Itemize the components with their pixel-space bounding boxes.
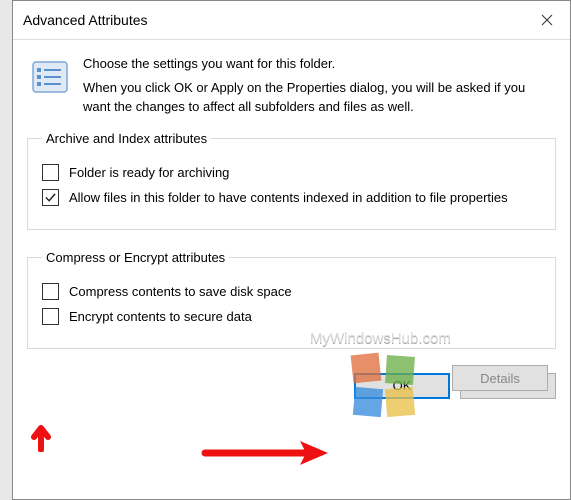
checkbox-row-indexing[interactable]: Allow files in this folder to have conte… bbox=[42, 189, 541, 207]
dialog-title: Advanced Attributes bbox=[23, 12, 148, 28]
checkbox-compress[interactable] bbox=[42, 283, 59, 300]
checkbox-encrypt[interactable] bbox=[42, 308, 59, 325]
checkbox-encrypt-label: Encrypt contents to secure data bbox=[69, 308, 541, 326]
checkbox-row-archiving[interactable]: Folder is ready for archiving bbox=[42, 164, 541, 182]
checkbox-archiving[interactable] bbox=[42, 164, 59, 181]
checkbox-indexing[interactable] bbox=[42, 189, 59, 206]
group-compress-encrypt: Compress or Encrypt attributes Compress … bbox=[27, 250, 556, 349]
checkbox-indexing-label: Allow files in this folder to have conte… bbox=[69, 189, 541, 207]
intro-line2: When you click OK or Apply on the Proper… bbox=[83, 78, 556, 117]
group-compress-legend: Compress or Encrypt attributes bbox=[42, 250, 229, 265]
checkbox-compress-label: Compress contents to save disk space bbox=[69, 283, 541, 301]
ok-button[interactable]: OK bbox=[354, 373, 450, 399]
check-icon bbox=[45, 192, 56, 203]
dialog-content: Choose the settings you want for this fo… bbox=[13, 40, 570, 349]
group-archive-index: Archive and Index attributes Folder is r… bbox=[27, 131, 556, 230]
background-strip bbox=[0, 0, 12, 500]
checkbox-row-compress[interactable]: Compress contents to save disk space bbox=[42, 283, 541, 301]
dialog-advanced-attributes: Advanced Attributes Choose the settings … bbox=[12, 0, 571, 500]
checkbox-archiving-label: Folder is ready for archiving bbox=[69, 164, 541, 182]
intro-line1: Choose the settings you want for this fo… bbox=[83, 54, 556, 74]
checkbox-row-encrypt[interactable]: Encrypt contents to secure data bbox=[42, 308, 541, 326]
close-button[interactable] bbox=[524, 1, 570, 39]
close-icon bbox=[541, 14, 553, 26]
titlebar: Advanced Attributes bbox=[13, 1, 570, 40]
intro-section: Choose the settings you want for this fo… bbox=[27, 54, 556, 117]
group-archive-legend: Archive and Index attributes bbox=[42, 131, 211, 146]
intro-text: Choose the settings you want for this fo… bbox=[83, 54, 556, 117]
details-button[interactable]: Details bbox=[452, 365, 548, 391]
folder-settings-icon bbox=[31, 58, 69, 96]
